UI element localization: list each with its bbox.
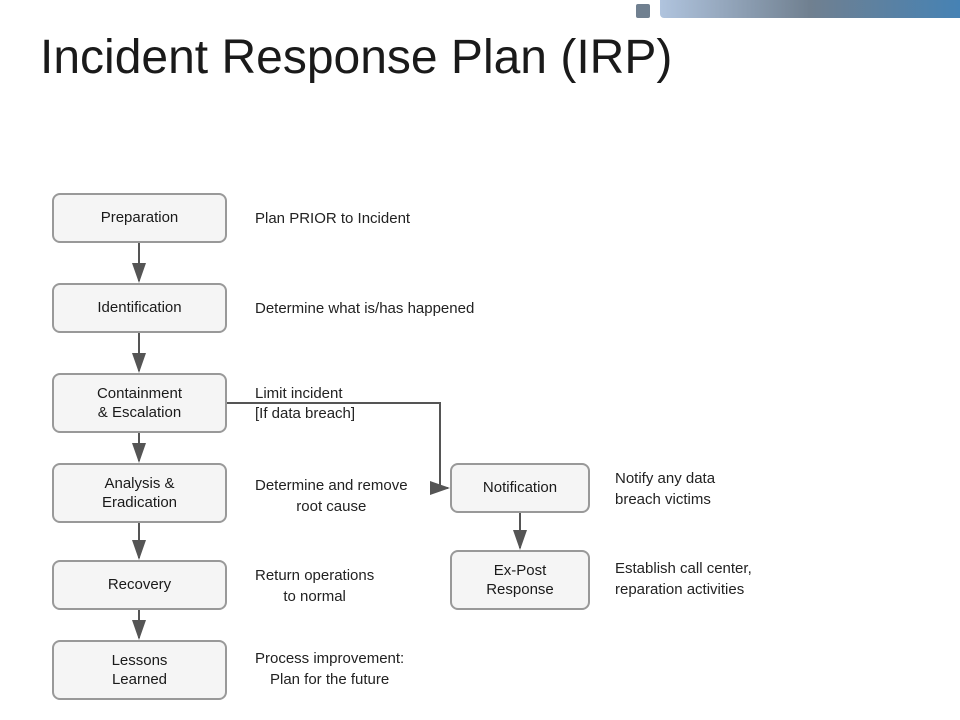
desc-notification: Notify any databreach victims <box>615 468 715 510</box>
desc-preparation: Plan PRIOR to Incident <box>255 208 410 229</box>
analysis-box: Analysis &Eradication <box>52 463 227 523</box>
preparation-box: Preparation <box>52 193 227 243</box>
desc-recovery-text: Return operationsto normal <box>255 567 374 605</box>
identification-box: Identification <box>52 283 227 333</box>
desc-expost: Establish call center,reparation activit… <box>615 558 752 600</box>
desc-lessons: Process improvement:Plan for the future <box>255 648 404 690</box>
lessons-label: LessonsLearned <box>112 651 168 690</box>
expost-box: Ex-PostResponse <box>450 550 590 610</box>
desc-containment-2: [If data breach] <box>255 403 355 424</box>
decorative-top-bar <box>660 0 960 18</box>
desc-containment-1: Limit incident <box>255 383 343 404</box>
arrows-svg <box>0 0 960 720</box>
expost-label: Ex-PostResponse <box>486 561 554 600</box>
desc-lessons-text: Process improvement:Plan for the future <box>255 650 404 688</box>
desc-analysis: Determine and removeroot cause <box>255 475 408 517</box>
desc-analysis-text: Determine and removeroot cause <box>255 477 408 515</box>
containment-label: Containment& Escalation <box>97 384 182 423</box>
desc-identification: Determine what is/has happened <box>255 298 474 319</box>
recovery-box: Recovery <box>52 560 227 610</box>
lessons-box: LessonsLearned <box>52 640 227 700</box>
notification-box: Notification <box>450 463 590 513</box>
containment-box: Containment& Escalation <box>52 373 227 433</box>
analysis-label: Analysis &Eradication <box>102 474 177 513</box>
desc-recovery: Return operationsto normal <box>255 565 374 607</box>
page-title: Incident Response Plan (IRP) <box>40 30 672 85</box>
decorative-dot <box>636 4 650 18</box>
desc-expost-text: Establish call center,reparation activit… <box>615 560 752 598</box>
desc-notification-text: Notify any databreach victims <box>615 470 715 508</box>
